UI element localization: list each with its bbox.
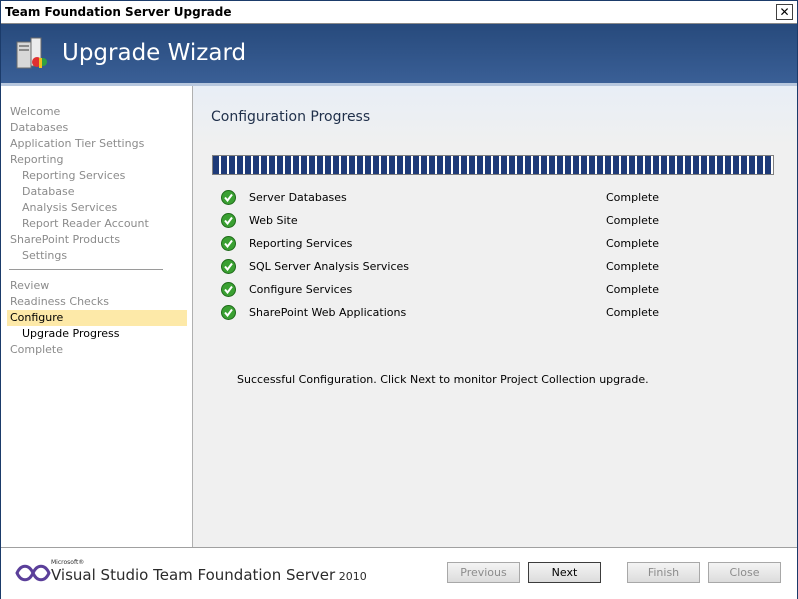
task-status: Complete <box>606 283 660 296</box>
close-icon: ✕ <box>779 5 790 19</box>
product-brand: Microsoft® Visual Studio Team Foundation… <box>51 559 367 584</box>
task-row: Configure Services Complete <box>221 281 781 299</box>
configuration-progress-bar <box>212 155 774 175</box>
brand-visual-studio: Visual Studio <box>51 566 149 584</box>
nav-item-welcome[interactable]: Welcome <box>10 104 60 120</box>
next-button[interactable]: Next <box>528 562 601 583</box>
brand-year: 2010 <box>335 570 367 583</box>
nav-item-reporting-services[interactable]: Reporting Services <box>10 168 125 184</box>
task-row: Server Databases Complete <box>221 189 781 207</box>
check-icon <box>221 236 236 251</box>
task-name: SharePoint Web Applications <box>249 306 407 319</box>
nav-item-database[interactable]: Database <box>10 184 75 200</box>
step-navigation: Welcome Databases Application Tier Setti… <box>1 86 193 547</box>
nav-item-report-reader-account[interactable]: Report Reader Account <box>10 216 149 232</box>
page-title: Configuration Progress <box>211 109 371 125</box>
window-title: Team Foundation Server Upgrade <box>5 5 232 19</box>
check-icon <box>221 190 236 205</box>
wizard-banner: Upgrade Wizard <box>1 24 797 86</box>
status-message: Successful Configuration. Click Next to … <box>237 373 649 386</box>
previous-button[interactable]: Previous <box>447 562 520 583</box>
nav-item-review[interactable]: Review <box>10 278 49 294</box>
task-status: Complete <box>606 237 660 250</box>
wizard-window: Team Foundation Server Upgrade ✕ Upgrade… <box>0 0 798 599</box>
nav-item-configure[interactable]: Configure <box>7 310 187 326</box>
task-name: Web Site <box>249 214 298 227</box>
brand-microsoft: Microsoft® <box>51 559 85 566</box>
check-icon <box>221 282 236 297</box>
check-icon <box>221 305 236 320</box>
task-row: SQL Server Analysis Services Complete <box>221 258 781 276</box>
task-row: Web Site Complete <box>221 212 781 230</box>
nav-item-analysis-services[interactable]: Analysis Services <box>10 200 117 216</box>
task-status: Complete <box>606 260 660 273</box>
task-row: Reporting Services Complete <box>221 235 781 253</box>
visual-studio-logo-icon <box>15 564 51 582</box>
nav-item-reporting[interactable]: Reporting <box>10 152 63 168</box>
title-bar: Team Foundation Server Upgrade ✕ <box>1 1 797 24</box>
server-install-icon <box>16 37 47 69</box>
nav-item-sharepoint-products[interactable]: SharePoint Products <box>10 232 120 248</box>
nav-divider <box>9 269 163 270</box>
task-status: Complete <box>606 191 660 204</box>
task-status: Complete <box>606 306 660 319</box>
task-status: Complete <box>606 214 660 227</box>
wizard-footer: Microsoft® Visual Studio Team Foundation… <box>1 547 797 599</box>
main-content: Configuration Progress Server Databases … <box>193 86 797 547</box>
nav-item-application-tier-settings[interactable]: Application Tier Settings <box>10 136 144 152</box>
brand-product: Team Foundation Server <box>148 566 336 584</box>
nav-item-databases[interactable]: Databases <box>10 120 68 136</box>
nav-item-settings[interactable]: Settings <box>10 248 67 264</box>
task-name: SQL Server Analysis Services <box>249 260 410 273</box>
close-window-button[interactable]: ✕ <box>776 4 793 20</box>
check-icon <box>221 259 236 274</box>
task-name: Reporting Services <box>249 237 353 250</box>
task-row: SharePoint Web Applications Complete <box>221 304 781 322</box>
nav-item-readiness-checks[interactable]: Readiness Checks <box>10 294 109 310</box>
check-icon <box>221 213 236 228</box>
task-name: Server Databases <box>249 191 347 204</box>
finish-button[interactable]: Finish <box>627 562 700 583</box>
wizard-title: Upgrade Wizard <box>62 40 247 66</box>
task-name: Configure Services <box>249 283 353 296</box>
nav-item-upgrade-progress[interactable]: Upgrade Progress <box>10 326 119 342</box>
close-button[interactable]: Close <box>708 562 781 583</box>
nav-item-complete[interactable]: Complete <box>10 342 63 358</box>
